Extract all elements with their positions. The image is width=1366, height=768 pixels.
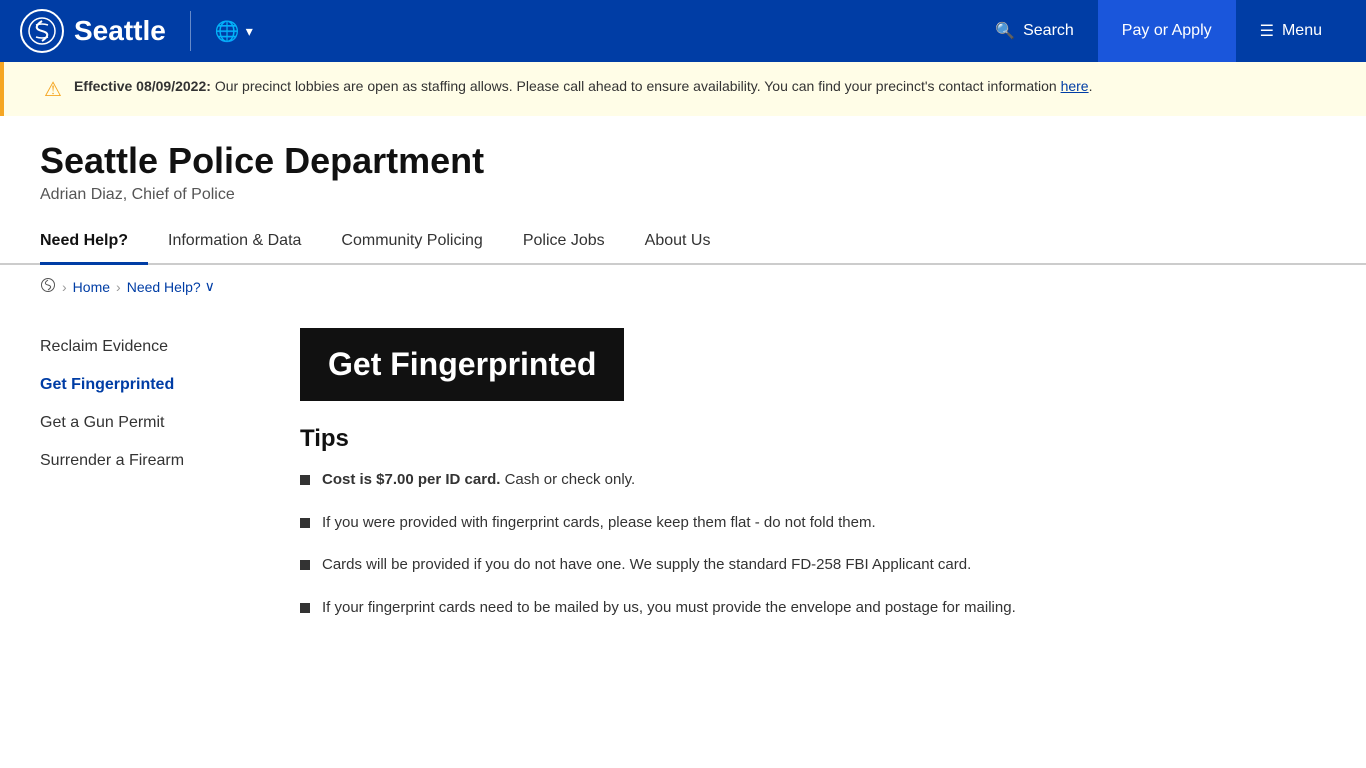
logo-circle [20, 9, 64, 53]
search-icon: 🔍 [995, 21, 1015, 41]
bullet-icon [300, 475, 310, 485]
breadcrumb-current-label: Need Help? [127, 279, 201, 295]
nav-item-about-us[interactable]: About Us [645, 220, 731, 265]
tip-text-3: Cards will be provided if you do not hav… [322, 554, 971, 577]
breadcrumb-logo [40, 277, 56, 296]
translate-icon: 🌐 [215, 19, 240, 44]
nav-item-need-help[interactable]: Need Help? [40, 220, 148, 265]
tip-text-4: If your fingerprint cards need to be mai… [322, 597, 1016, 620]
nav-item-community-policing[interactable]: Community Policing [341, 220, 502, 265]
alert-link[interactable]: here [1061, 78, 1089, 94]
list-item: If you were provided with fingerprint ca… [300, 512, 1326, 535]
page-banner-title: Get Fingerprinted [328, 346, 596, 382]
search-label: Search [1023, 22, 1074, 40]
alert-icon: ⚠ [44, 77, 62, 102]
site-header: Seattle 🌐 ▾ 🔍 Search Pay or Apply ☰ Menu [0, 0, 1366, 62]
alert-body: Our precinct lobbies are open as staffin… [215, 78, 1061, 94]
chevron-down-icon: ▾ [246, 23, 253, 40]
sidebar-item-reclaim-evidence[interactable]: Reclaim Evidence [40, 328, 260, 366]
bullet-icon [300, 560, 310, 570]
breadcrumb-sep-1: › [62, 279, 67, 295]
dept-title: Seattle Police Department [40, 140, 1326, 182]
breadcrumb-chevron: ∨ [205, 278, 215, 295]
header-right: 🔍 Search Pay or Apply ☰ Menu [971, 0, 1346, 62]
dept-subtitle: Adrian Diaz, Chief of Police [40, 186, 1326, 204]
tip-1-bold: Cost is $7.00 per ID card. [322, 471, 500, 488]
pay-apply-label: Pay or Apply [1122, 22, 1212, 40]
pay-apply-button[interactable]: Pay or Apply [1098, 0, 1236, 62]
tip-1-rest: Cash or check only. [505, 471, 636, 488]
city-name: Seattle [74, 15, 166, 47]
logo-icon [26, 15, 58, 47]
breadcrumb: › Home › Need Help? ∨ [0, 265, 1366, 308]
tip-text-1: Cost is $7.00 per ID card. Cash or check… [322, 469, 635, 492]
dept-nav: Need Help? Information & Data Community … [0, 220, 1366, 265]
nav-item-information-data[interactable]: Information & Data [168, 220, 321, 265]
main-content: Reclaim Evidence Get Fingerprinted Get a… [0, 308, 1366, 659]
breadcrumb-current[interactable]: Need Help? ∨ [127, 278, 215, 295]
menu-button[interactable]: ☰ Menu [1236, 0, 1346, 62]
seattle-logo[interactable]: Seattle [20, 9, 166, 53]
list-item: Cards will be provided if you do not hav… [300, 554, 1326, 577]
alert-heading: Effective 08/09/2022: [74, 78, 211, 94]
header-divider [190, 11, 191, 51]
list-item: If your fingerprint cards need to be mai… [300, 597, 1326, 620]
alert-text: Effective 08/09/2022: Our precinct lobbi… [74, 76, 1093, 97]
translate-button[interactable]: 🌐 ▾ [215, 19, 253, 44]
breadcrumb-home[interactable]: Home [73, 279, 110, 295]
menu-icon: ☰ [1260, 21, 1274, 41]
sidebar-item-gun-permit[interactable]: Get a Gun Permit [40, 404, 260, 442]
bullet-icon [300, 518, 310, 528]
tips-list: Cost is $7.00 per ID card. Cash or check… [300, 469, 1326, 619]
department-header: Seattle Police Department Adrian Diaz, C… [0, 116, 1366, 220]
search-button[interactable]: 🔍 Search [971, 0, 1098, 62]
tips-heading: Tips [300, 425, 1326, 453]
content-area: Get Fingerprinted Tips Cost is $7.00 per… [300, 328, 1326, 639]
bullet-icon [300, 603, 310, 613]
header-left: Seattle 🌐 ▾ [20, 9, 253, 53]
sidebar-item-surrender-firearm[interactable]: Surrender a Firearm [40, 442, 260, 480]
sidebar-item-get-fingerprinted[interactable]: Get Fingerprinted [40, 366, 260, 404]
nav-item-police-jobs[interactable]: Police Jobs [523, 220, 625, 265]
breadcrumb-sep-2: › [116, 279, 121, 295]
menu-label: Menu [1282, 22, 1322, 40]
sidebar: Reclaim Evidence Get Fingerprinted Get a… [40, 328, 260, 639]
tip-text-2: If you were provided with fingerprint ca… [322, 512, 876, 535]
list-item: Cost is $7.00 per ID card. Cash or check… [300, 469, 1326, 492]
page-banner: Get Fingerprinted [300, 328, 624, 401]
alert-banner: ⚠ Effective 08/09/2022: Our precinct lob… [0, 62, 1366, 116]
